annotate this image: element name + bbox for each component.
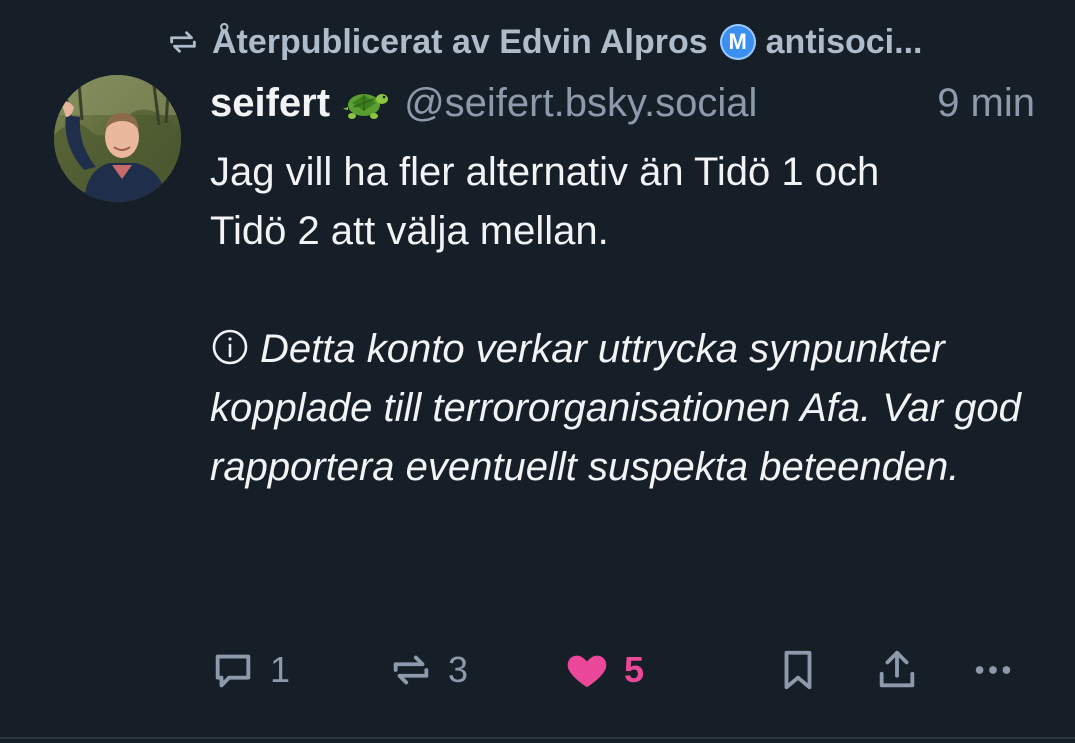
reply-bubble-icon (215, 654, 251, 688)
repost-count: 3 (448, 649, 469, 690)
like-button[interactable]: 5 (564, 640, 644, 700)
info-circle-icon (212, 329, 248, 365)
more-options-button[interactable] (970, 640, 1030, 700)
more-dots-icon (975, 666, 1011, 674)
bookmark-button[interactable] (775, 640, 835, 700)
post-body: Jag vill ha fler alternativ än Tidö 1 oc… (210, 143, 1050, 497)
post-actions: 1 3 5 (210, 640, 1040, 700)
repost-label[interactable]: Återpublicerat av Edvin Alpros (212, 23, 708, 62)
avatar[interactable] (54, 75, 181, 202)
share-button[interactable] (874, 640, 934, 700)
post-divider (0, 737, 1075, 739)
post-text-line: Tidö 2 att välja mellan. (210, 209, 609, 253)
repost-suffix: antisoci... (765, 22, 923, 61)
post-item[interactable]: Återpublicerat av Edvin Alpros M antisoc… (0, 0, 1075, 743)
post-disclaimer: Detta konto verkar uttrycka synpunkter k… (210, 320, 1050, 497)
post-header[interactable]: seifert @seifert.bsky.social 9 min (210, 76, 1035, 130)
avatar-photo (54, 75, 181, 202)
post-timestamp[interactable]: 9 min (937, 81, 1035, 126)
post-text-line: Jag vill ha fler alternativ än Tidö 1 oc… (210, 150, 880, 194)
author-display-name[interactable]: seifert (210, 81, 330, 126)
turtle-emoji-icon (343, 94, 389, 119)
author-handle[interactable]: @seifert.bsky.social (404, 81, 757, 126)
bookmark-icon (784, 650, 812, 690)
reply-button[interactable]: 1 (210, 640, 290, 700)
repost-attribution[interactable]: Återpublicerat av Edvin Alpros M antisoc… (166, 20, 1046, 64)
verified-badge-icon: M (719, 24, 756, 60)
heart-filled-icon (567, 655, 607, 688)
reply-count: 1 (270, 649, 291, 690)
repost-icon (170, 31, 196, 53)
repost-button[interactable]: 3 (388, 640, 468, 700)
disclaimer-text: Detta konto verkar uttrycka synpunkter k… (210, 327, 1021, 489)
like-count: 5 (624, 649, 645, 690)
repost-icon (393, 655, 429, 685)
share-icon (879, 650, 915, 688)
